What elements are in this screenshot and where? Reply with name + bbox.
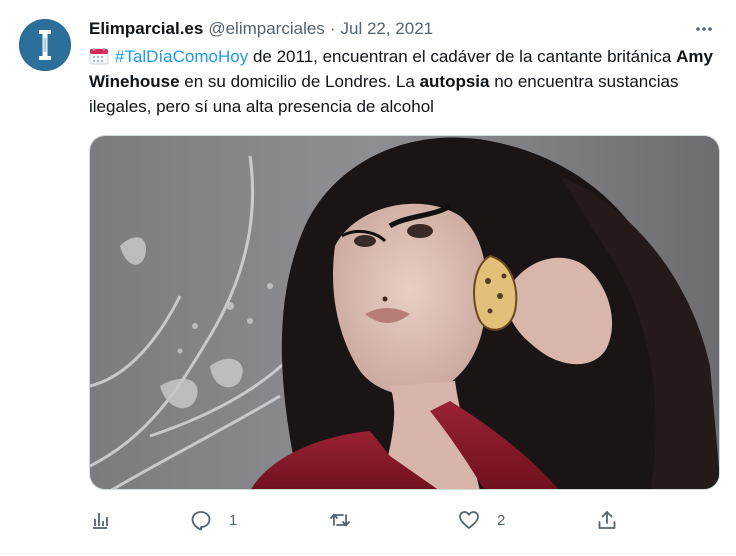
share-icon — [596, 509, 618, 531]
separator: · — [329, 19, 336, 38]
text-bold-autopsia: autopsia — [419, 72, 490, 91]
more-button[interactable] — [692, 17, 716, 41]
analytics-button[interactable] — [89, 506, 111, 534]
retweet-icon — [329, 509, 351, 531]
user-handle[interactable]: @elimparciales — [208, 19, 324, 39]
tweet-photo[interactable] — [89, 135, 720, 490]
reply-icon — [190, 509, 212, 531]
retweet-button[interactable] — [329, 506, 351, 534]
calendar-icon — [89, 48, 109, 65]
like-icon — [458, 509, 480, 531]
hashtag-link[interactable]: #TalDíaComoHoy — [115, 47, 248, 66]
more-icon — [696, 27, 712, 31]
tweet-text: #TalDíaComoHoy de 2011, encuentran el ca… — [89, 44, 719, 119]
tweet-actions: 1 2 — [89, 506, 629, 534]
share-button[interactable] — [596, 506, 618, 534]
analytics-icon — [89, 509, 111, 531]
text-part-2: en su domicilio de Londres. La — [179, 72, 420, 91]
elimparcial-logo-icon — [19, 19, 71, 71]
avatar[interactable] — [19, 19, 71, 71]
tweet-date[interactable]: Jul 22, 2021 — [340, 19, 433, 39]
portrait-photo — [90, 136, 719, 489]
tweet-header: Elimparcial.es @elimparciales · Jul 22, … — [89, 17, 716, 41]
reply-button[interactable]: 1 — [190, 506, 237, 534]
like-button[interactable]: 2 — [458, 506, 505, 534]
reply-count: 1 — [229, 511, 238, 529]
display-name[interactable]: Elimparcial.es — [89, 19, 203, 39]
like-count: 2 — [497, 511, 506, 529]
text-part-1: de 2011, encuentran el cadáver de la can… — [248, 47, 677, 66]
tweet: Elimparcial.es @elimparciales · Jul 22, … — [0, 0, 736, 556]
